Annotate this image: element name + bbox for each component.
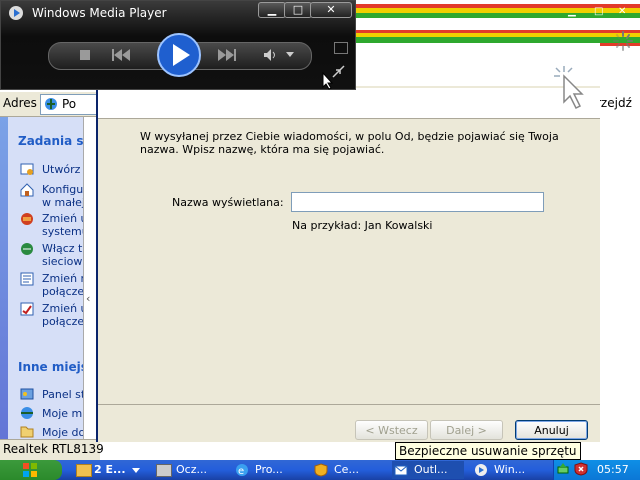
previous-icon[interactable] <box>110 46 150 64</box>
status-text: Realtek RTL8139 <box>3 442 104 456</box>
chevron-down-icon <box>132 468 140 473</box>
ie-icon: e <box>235 463 249 477</box>
taskbar-item-explorer[interactable]: 2 E... <box>76 461 144 479</box>
mouse-cursor-icon <box>322 72 334 90</box>
taskbar-item-explorer-label: 2 E... <box>94 463 126 476</box>
wmp-restore-icon[interactable] <box>334 42 348 54</box>
documents-icon <box>20 424 34 438</box>
address-label: Adres <box>3 96 37 110</box>
taskbar-item-ie[interactable]: e Pro... <box>235 461 303 479</box>
wmp-close-button[interactable]: ✕ <box>310 2 352 18</box>
connection-icon <box>20 272 34 286</box>
header-separator <box>98 118 600 119</box>
firewall-icon <box>20 212 34 226</box>
outlook-icon <box>394 463 408 477</box>
network-icon <box>20 242 34 256</box>
settings-icon <box>20 302 34 316</box>
network-folder-icon <box>43 96 59 112</box>
display-name-example: Na przykład: Jan Kowalski <box>292 219 433 232</box>
wmp-minimize-button[interactable]: ▁ <box>258 2 286 18</box>
tray-tooltip: Bezpieczne usuwanie sprzętu <box>395 442 581 460</box>
go-button-label[interactable]: rzejdź <box>596 96 632 110</box>
wmp-maximize-button[interactable]: □ <box>284 2 312 18</box>
footer-separator <box>98 404 600 405</box>
task-item-firewall-settings[interactable]: Zmień u systemu <box>42 212 89 238</box>
wizard-header-icon <box>550 64 590 114</box>
svg-text:e: e <box>238 466 244 477</box>
taskbar-item-outlook-label: Outl... <box>414 463 448 476</box>
stripe-green-2 <box>355 37 640 43</box>
next-track-icon[interactable] <box>210 46 250 64</box>
scroll-arrow-icon[interactable]: ‹ <box>86 292 90 305</box>
volume-dropdown-icon[interactable] <box>286 52 294 57</box>
control-panel-icon <box>20 387 34 401</box>
wizard-intro-text: W wysyłanej przez Ciebie wiadomości, w p… <box>140 130 559 156</box>
taskbar-item-security-center[interactable]: Ce... <box>314 461 382 479</box>
back-button[interactable]: < Wstecz <box>355 420 428 440</box>
wizard-header <box>98 88 600 118</box>
taskbar-item-security-label: Ce... <box>334 463 359 476</box>
taskbar-item-wmp[interactable]: Win... <box>472 461 544 479</box>
security-center-icon <box>314 463 328 477</box>
wmp-icon <box>474 463 488 477</box>
stop-icon[interactable] <box>80 50 90 60</box>
taskbar-item-printer-label: Ocz... <box>176 463 207 476</box>
address-text: Po <box>62 97 77 111</box>
task-item-configure-network[interactable]: Konfigur w małej <box>42 183 88 209</box>
home-network-icon <box>20 183 34 197</box>
display-name-label: Nazwa wyświetlana: <box>172 196 284 209</box>
safely-remove-hardware-icon[interactable] <box>556 462 570 476</box>
cancel-button[interactable]: Anuluj <box>515 420 588 440</box>
windows-logo-icon <box>22 462 38 478</box>
taskbar-item-ie-label: Pro... <box>255 463 283 476</box>
taskbar-item-outlook[interactable]: Outl... <box>392 461 464 479</box>
printer-icon <box>156 464 172 477</box>
next-button[interactable]: Dalej > <box>430 420 503 440</box>
folder-icon <box>76 464 92 477</box>
play-button[interactable] <box>156 32 202 78</box>
volume-icon[interactable] <box>262 48 280 62</box>
security-alert-icon[interactable] <box>574 462 588 476</box>
new-connection-icon <box>20 162 34 176</box>
taskbar-item-wmp-label: Win... <box>494 463 526 476</box>
taskbar-item-printer[interactable]: Ocz... <box>156 461 224 479</box>
bg-window-buttons[interactable]: ▁ □ ✕ <box>566 6 632 20</box>
loading-spinner-icon <box>612 30 634 52</box>
display-name-input[interactable] <box>291 192 544 212</box>
wmp-title: Windows Media Player <box>32 6 167 20</box>
clock: 05:57 <box>597 463 629 476</box>
network-places-icon <box>20 406 34 420</box>
wmp-logo-icon <box>8 5 24 21</box>
